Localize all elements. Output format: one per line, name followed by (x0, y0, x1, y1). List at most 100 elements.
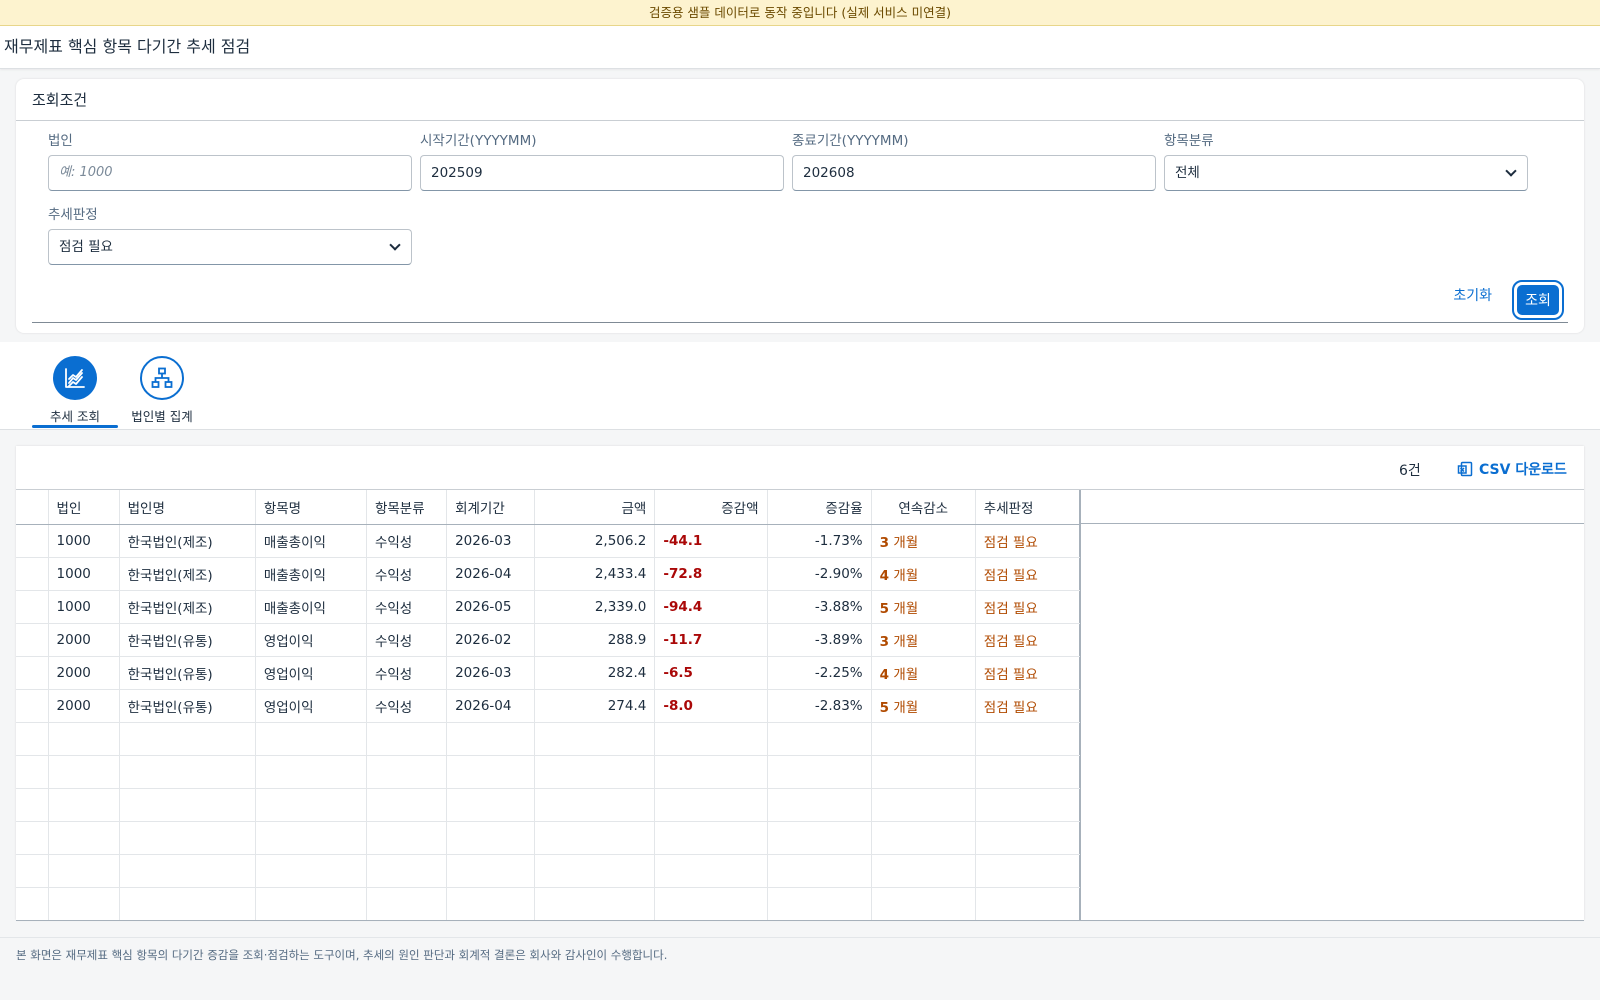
cell-corp (48, 788, 120, 822)
col-header-change[interactable]: 증감액 (654, 490, 768, 525)
cell-judgement: 점검 필요 (975, 689, 1081, 723)
start-period-input[interactable]: 202509 (420, 155, 784, 191)
cell-amount (534, 722, 656, 756)
streak-value: 5 개월 (880, 700, 919, 716)
chevron-down-icon (1505, 165, 1517, 177)
cell-period (446, 755, 536, 789)
cell-category (366, 755, 448, 789)
corp-label: 법인 (48, 133, 73, 149)
search-button[interactable]: 조회 (1512, 280, 1564, 320)
csv-download-button[interactable]: CSV 다운로드 (1457, 459, 1567, 479)
cell-change: -6.5 (654, 656, 768, 690)
start-period-label: 시작기간(YYYYMM) (420, 133, 537, 149)
row-selector (16, 788, 49, 822)
col-header-corp[interactable]: 법인 (48, 490, 120, 525)
col-header-judgement[interactable]: 추세판정 (975, 490, 1081, 525)
cell-judgement: 점검 필요 (975, 590, 1081, 624)
cell-rate: -2.90% (767, 557, 872, 591)
cell-category: 수익성 (366, 656, 448, 690)
cell-change-value: -8.0 (663, 697, 693, 714)
cell-corp: 1000 (48, 557, 120, 591)
cell-streak (871, 722, 976, 756)
cell-change (654, 722, 768, 756)
streak-value: 3 개월 (880, 634, 919, 650)
category-select-value: 전체 (1175, 165, 1200, 181)
table-row[interactable]: 1000 한국법인(제조) 매출총이익 수익성 2026-04 2,433.4 -72.8 -… (16, 557, 1081, 591)
cell-rate (767, 887, 872, 921)
cell-corp (48, 755, 120, 789)
header-fill (1080, 490, 1584, 524)
category-select[interactable]: 전체 (1164, 155, 1528, 191)
cell-rate: -3.88% (767, 590, 872, 624)
cell-streak: 3 개월 (871, 623, 976, 657)
cell-corp (48, 722, 120, 756)
table-header-row: 법인 법인명 항목명 항목분류 회계기간 금액 증감액 증감율 연속감소 추세판… (16, 490, 1081, 525)
cell-change: -94.4 (654, 590, 768, 624)
row-selector (16, 557, 49, 591)
cell-judgement-value: 점검 필요 (983, 633, 1038, 650)
row-selector (16, 887, 49, 921)
trend-select[interactable]: 점검 필요 (48, 229, 412, 265)
end-period-label: 종료기간(YYYYMM) (792, 133, 909, 149)
cell-judgement: 점검 필요 (975, 557, 1081, 591)
org-hierarchy-icon (140, 356, 184, 400)
cell-amount (534, 854, 656, 888)
cell-corp (48, 854, 120, 888)
table-row[interactable]: 2000 한국법인(유통) 영업이익 수익성 2026-04 274.4 -8.0 -2.83… (16, 689, 1081, 723)
cell-corp: 1000 (48, 524, 120, 558)
tab-corp-summary[interactable]: 법인별 집계 (119, 356, 205, 425)
cell-corp: 2000 (48, 689, 120, 723)
col-header-corp-name[interactable]: 법인명 (119, 490, 256, 525)
tab-trend-query[interactable]: 추세 조회 (32, 356, 118, 425)
table-row (16, 821, 1081, 855)
cell-rate: -1.73% (767, 524, 872, 558)
table-row[interactable]: 2000 한국법인(유통) 영업이익 수익성 2026-03 282.4 -6.5 -2.25… (16, 656, 1081, 690)
cell-rate: -2.25% (767, 656, 872, 690)
cell-item (255, 722, 367, 756)
row-selector (16, 755, 49, 789)
cell-change: -11.7 (654, 623, 768, 657)
cell-amount (534, 887, 656, 921)
cell-period (446, 788, 536, 822)
cell-rate: -2.83% (767, 689, 872, 723)
table-row (16, 788, 1081, 822)
cell-rate (767, 755, 872, 789)
cell-streak (871, 887, 976, 921)
streak-count: 4 (879, 666, 890, 683)
end-period-input[interactable]: 202608 (792, 155, 1156, 191)
cell-item (255, 887, 367, 921)
cell-corp: 2000 (48, 623, 120, 657)
filter-divider (16, 120, 1584, 121)
col-header-item[interactable]: 항목명 (255, 490, 367, 525)
row-selector (16, 689, 49, 723)
streak-count: 3 (879, 633, 890, 650)
table-row[interactable]: 2000 한국법인(유통) 영업이익 수익성 2026-02 288.9 -11.7 -3.8… (16, 623, 1081, 657)
streak-count: 4 (879, 567, 890, 584)
excel-export-icon (1457, 461, 1473, 477)
col-header-period[interactable]: 회계기간 (446, 490, 536, 525)
cell-change-value: -11.7 (663, 631, 703, 648)
table-row[interactable]: 1000 한국법인(제조) 매출총이익 수익성 2026-05 2,339.0 -94.4 -… (16, 590, 1081, 624)
cell-change (654, 788, 768, 822)
reset-button[interactable]: 초기화 (1453, 285, 1492, 305)
streak-unit: 개월 (893, 600, 919, 617)
row-selector (16, 821, 49, 855)
cell-judgement: 점검 필요 (975, 524, 1081, 558)
streak-unit: 개월 (893, 699, 919, 716)
corp-input[interactable]: 예: 1000 (48, 155, 412, 191)
cell-streak: 4 개월 (871, 557, 976, 591)
cell-amount: 2,433.4 (534, 557, 656, 591)
streak-count: 3 (879, 534, 890, 551)
table-row[interactable]: 1000 한국법인(제조) 매출총이익 수익성 2026-03 2,506.2 -44.1 -… (16, 524, 1081, 558)
col-header-streak[interactable]: 연속감소 (871, 490, 976, 525)
cell-corp-name: 한국법인(제조) (119, 590, 256, 624)
csv-download-label: CSV 다운로드 (1479, 462, 1567, 478)
cell-rate (767, 821, 872, 855)
col-header-amount[interactable]: 금액 (534, 490, 656, 525)
streak-unit: 개월 (893, 567, 919, 584)
table-row (16, 887, 1081, 921)
col-header-category[interactable]: 항목분류 (366, 490, 448, 525)
streak-count: 5 (879, 699, 890, 716)
col-header-rate[interactable]: 증감율 (767, 490, 872, 525)
cell-category: 수익성 (366, 689, 448, 723)
